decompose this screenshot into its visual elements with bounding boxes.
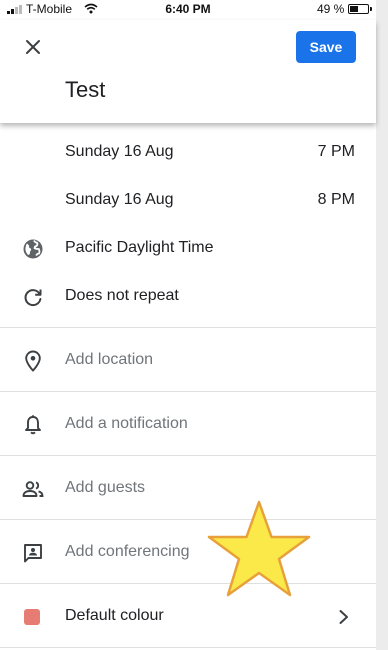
chevron-right-icon (336, 605, 352, 629)
right-edge-strip (376, 0, 388, 650)
guests-row[interactable]: Add guests (0, 465, 376, 513)
divider (0, 583, 376, 584)
end-time[interactable]: 8 PM (318, 191, 355, 209)
location-row[interactable]: Add location (0, 337, 376, 385)
divider (0, 455, 376, 456)
timezone-row[interactable]: Pacific Daylight Time (0, 225, 376, 273)
save-button[interactable]: Save (296, 31, 356, 63)
event-header: Save Test (0, 20, 376, 123)
notification-label: Add a notification (65, 415, 188, 432)
battery-percentage: 49 % (317, 2, 345, 16)
event-title[interactable]: Test (65, 77, 105, 103)
conferencing-label: Add conferencing (65, 543, 190, 560)
globe-icon (21, 237, 45, 261)
repeat-label: Does not repeat (65, 287, 179, 304)
divider (0, 327, 376, 328)
start-datetime-row: Sunday 16 Aug 7 PM (0, 129, 376, 177)
battery-icon (348, 4, 372, 14)
star-icon (205, 499, 313, 599)
colour-swatch (24, 609, 40, 625)
event-form: Sunday 16 Aug 7 PM Sunday 16 Aug 8 PM Pa… (0, 123, 376, 650)
timezone-label: Pacific Daylight Time (65, 239, 214, 256)
notification-row[interactable]: Add a notification (0, 401, 376, 449)
location-pin-icon (21, 349, 45, 373)
divider (0, 647, 376, 648)
colour-row[interactable]: Default colour (0, 593, 376, 641)
video-chat-icon (21, 541, 45, 565)
end-datetime-row: Sunday 16 Aug 8 PM (0, 177, 376, 225)
people-icon (21, 477, 45, 501)
bell-icon (21, 413, 45, 437)
location-label: Add location (65, 351, 154, 368)
close-icon[interactable] (22, 36, 44, 58)
divider (0, 391, 376, 392)
end-date[interactable]: Sunday 16 Aug (65, 191, 174, 209)
status-bar: T-Mobile 6:40 PM 49 % (0, 0, 388, 20)
repeat-icon (21, 285, 45, 309)
conferencing-row[interactable]: Add conferencing (0, 529, 376, 577)
repeat-row[interactable]: Does not repeat (0, 273, 376, 321)
start-time[interactable]: 7 PM (318, 143, 355, 161)
divider (0, 519, 376, 520)
colour-label: Default colour (65, 607, 164, 624)
guests-label: Add guests (65, 479, 146, 496)
start-date[interactable]: Sunday 16 Aug (65, 143, 174, 161)
